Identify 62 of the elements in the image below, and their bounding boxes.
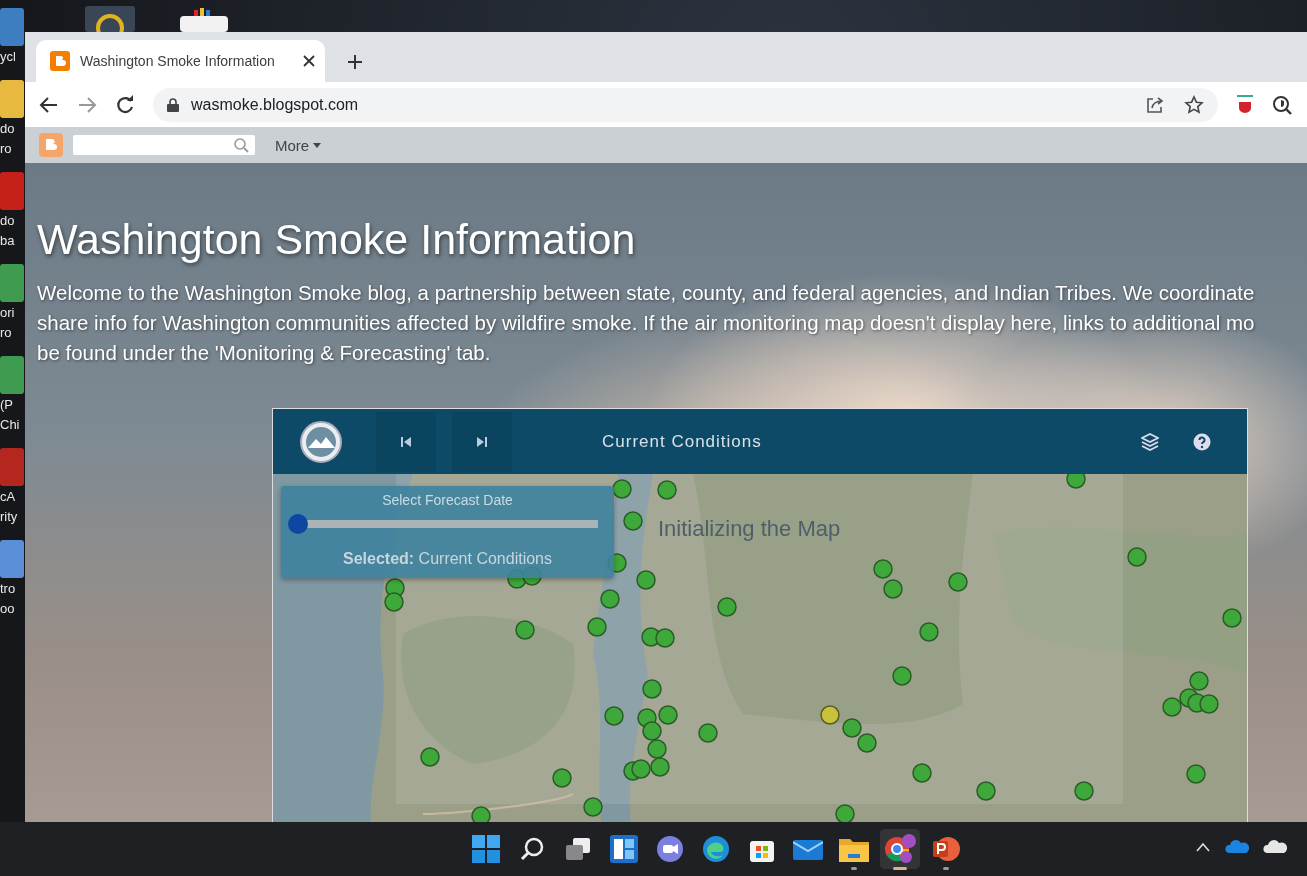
caret-down-icon — [313, 142, 322, 148]
more-menu-button[interactable]: More — [271, 136, 326, 154]
desktop-shortcut-label: cA — [0, 488, 16, 506]
taskbar-app-button[interactable] — [880, 829, 920, 869]
url-text: wasmoke.blogspot.com — [191, 95, 360, 114]
chat-icon — [656, 835, 684, 863]
blog-description: be found under the 'Monitoring & Forecasting' tab. — [37, 340, 491, 366]
desktop-shortcut-label: ori — [0, 304, 15, 322]
folder-icon — [839, 836, 869, 862]
magnifier-shield-icon[interactable] — [1272, 94, 1292, 115]
skip-forward-icon — [476, 435, 488, 448]
browser-tab[interactable]: Washington Smoke Information — [36, 40, 325, 82]
mail-envelope-icon — [793, 837, 823, 861]
agency-seal-icon — [299, 419, 343, 464]
running-indicator — [851, 867, 857, 870]
search-icon — [519, 836, 545, 862]
desktop-shortcut-label: do — [0, 120, 15, 138]
edge-browser-icon — [702, 835, 730, 863]
running-indicator — [943, 867, 949, 870]
blog-description: Welcome to the Washington Smoke blog, a partnership between state, county, and federal agencies, and Indian Tribes. We coordinate — [37, 280, 1255, 306]
chrome-browser-icon — [883, 832, 917, 866]
tab-title: Washington Smoke Information — [80, 53, 276, 69]
desktop-shortcut-label: ycl — [0, 48, 16, 66]
desktop-shortcut-label: do — [0, 212, 15, 230]
task-view-icon — [564, 836, 592, 862]
slider-thumb[interactable] — [287, 514, 308, 534]
skip-back-icon — [400, 435, 412, 448]
desktop-shortcut-label: rity — [0, 508, 18, 526]
desktop-shortcut-label: ro — [0, 140, 12, 158]
new-tab-plus-icon[interactable] — [347, 54, 363, 70]
windows-start-icon — [472, 835, 500, 863]
printer-icon[interactable] — [180, 6, 228, 32]
blog-description: share info for Washington communities affected by wildfire smoke. If the air monitoring map doesn't display here, links to additional mo — [37, 310, 1255, 336]
close-icon[interactable] — [303, 55, 315, 67]
search-icon — [234, 137, 249, 153]
map-loading-text: Initializing the Map — [658, 516, 841, 542]
widgets-icon — [610, 835, 638, 863]
lock-icon — [167, 97, 179, 112]
desktop-shortcut-label: ba — [0, 232, 15, 250]
desktop-shortcut-label: ro — [0, 324, 12, 342]
desktop-shortcut-label: tro — [0, 580, 16, 598]
powerpoint-icon — [931, 835, 961, 863]
blog-title: Washington Smoke Information — [37, 215, 637, 264]
selected-forecast-text: Selected: Current Conditions — [343, 550, 552, 568]
desktop-shortcut-label: oo — [0, 600, 15, 618]
forecast-date-label: Select Forecast Date — [382, 492, 513, 508]
reload-icon[interactable] — [115, 94, 135, 115]
star-icon[interactable] — [1184, 94, 1204, 115]
extension-shield-icon[interactable] — [1236, 94, 1254, 115]
address-bar[interactable]: wasmoke.blogspot.com — [153, 87, 1218, 122]
share-icon[interactable] — [1146, 95, 1164, 114]
help-icon[interactable] — [1193, 432, 1211, 451]
current-conditions-title: Current Conditions — [602, 431, 762, 452]
search-field[interactable] — [73, 135, 255, 155]
blogger-logo-icon — [50, 51, 70, 71]
desktop-shortcut-label: Chi — [0, 416, 20, 434]
back-arrow-icon[interactable] — [39, 94, 59, 115]
desktop-app-icon[interactable] — [85, 6, 135, 32]
forward-arrow-icon[interactable] — [77, 94, 97, 115]
desktop-shortcut-label: (P — [0, 396, 13, 414]
layers-icon[interactable] — [1141, 432, 1159, 451]
running-indicator — [893, 867, 907, 870]
